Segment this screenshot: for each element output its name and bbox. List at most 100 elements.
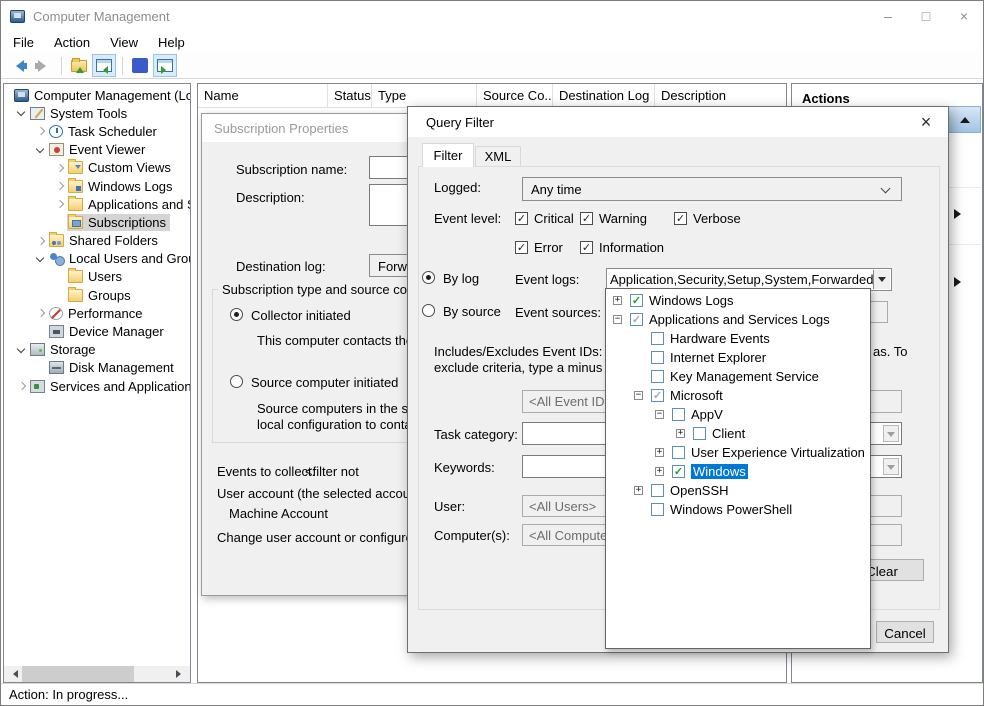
column-header[interactable]: Name [198, 84, 328, 107]
show-console-tree-button[interactable] [92, 54, 116, 77]
logs-tree-item[interactable]: −AppV [606, 405, 870, 424]
scroll-up-icon[interactable] [948, 106, 981, 133]
expand-icon[interactable]: + [655, 467, 664, 476]
tree-item[interactable]: Applications and Se [4, 195, 190, 213]
tree-item[interactable]: Windows Logs [4, 177, 190, 195]
tree-checkbox[interactable]: ✓ [630, 294, 643, 307]
tree-checkbox[interactable] [651, 332, 664, 345]
expander-icon[interactable] [14, 343, 29, 357]
tree-checkbox[interactable] [651, 484, 664, 497]
menu-item-help[interactable]: Help [148, 32, 195, 53]
submenu-arrow-icon[interactable] [954, 209, 966, 219]
logs-tree-item[interactable]: −✓Applications and Services Logs [606, 310, 870, 329]
column-header[interactable]: Source Co... [477, 84, 553, 107]
collapse-icon[interactable]: − [634, 391, 643, 400]
expander-icon[interactable] [33, 234, 48, 248]
logged-combo[interactable]: Any time [522, 177, 902, 201]
horizontal-scrollbar[interactable] [4, 666, 190, 682]
show-action-pane-button[interactable] [153, 54, 177, 77]
expander-icon[interactable] [14, 379, 29, 393]
logs-tree-item[interactable]: Key Management Service [606, 367, 870, 386]
scroll-left-icon[interactable] [4, 666, 20, 682]
scrollbar-thumb[interactable] [22, 666, 134, 682]
tree-item[interactable]: Event Viewer [4, 141, 190, 159]
logs-tree-item[interactable]: +OpenSSH [606, 481, 870, 500]
expander-icon[interactable] [33, 306, 48, 320]
warning-checkbox[interactable]: ✓Warning [580, 211, 647, 226]
collapse-icon[interactable]: − [655, 410, 664, 419]
information-checkbox[interactable]: ✓Information [580, 240, 664, 255]
tree-item[interactable]: Local Users and Groups [4, 250, 190, 268]
back-button[interactable] [6, 54, 30, 77]
source-initiated-radio[interactable] [230, 375, 243, 388]
logs-tree-item[interactable]: −✓Microsoft [606, 386, 870, 405]
tree-item[interactable]: Task Scheduler [4, 122, 190, 140]
verbose-checkbox[interactable]: ✓Verbose [674, 211, 741, 226]
logs-tree-item[interactable]: Hardware Events [606, 329, 870, 348]
expand-icon[interactable]: + [676, 429, 685, 438]
tree-checkbox[interactable]: ✓ [630, 313, 643, 326]
logs-tree-item[interactable]: +✓Windows Logs [606, 291, 870, 310]
logs-tree-item[interactable]: +Client [606, 424, 870, 443]
by-log-label[interactable]: By log [443, 271, 479, 286]
submenu-arrow-icon[interactable] [954, 277, 966, 287]
menu-item-action[interactable]: Action [44, 32, 100, 53]
expander-icon[interactable] [33, 124, 48, 138]
close-icon[interactable]: × [912, 110, 940, 134]
tree-checkbox[interactable] [651, 351, 664, 364]
logs-tree-item[interactable]: +✓Windows [606, 462, 870, 481]
tree-item[interactable]: Device Manager [4, 322, 190, 340]
scroll-right-icon[interactable] [174, 666, 190, 682]
minimize-button[interactable]: – [869, 1, 907, 31]
logs-tree-item[interactable]: Internet Explorer [606, 348, 870, 367]
tree-item[interactable]: Performance [4, 304, 190, 322]
tree-checkbox[interactable] [651, 370, 664, 383]
tree-checkbox[interactable] [651, 503, 664, 516]
tree-checkbox[interactable]: ✓ [672, 465, 685, 478]
menu-item-view[interactable]: View [100, 32, 148, 53]
by-log-radio[interactable] [422, 271, 435, 284]
tree-item[interactable]: System Tools [4, 104, 190, 122]
menu-item-file[interactable]: File [3, 32, 44, 53]
tab-xml[interactable]: XML [475, 146, 521, 167]
tree-checkbox[interactable] [672, 408, 685, 421]
source-initiated-label[interactable]: Source computer initiated [251, 375, 398, 390]
collapse-icon[interactable]: − [613, 315, 622, 324]
expander-icon[interactable] [14, 106, 29, 120]
expander-icon[interactable] [52, 179, 67, 193]
expander-icon[interactable] [33, 252, 48, 266]
logs-tree-item[interactable]: +User Experience Virtualization [606, 443, 870, 462]
critical-checkbox[interactable]: ✓Critical [515, 211, 574, 226]
collector-initiated-radio[interactable] [230, 308, 243, 321]
expand-icon[interactable]: + [634, 486, 643, 495]
scrollbar-track[interactable] [20, 666, 174, 682]
expander-icon[interactable] [52, 161, 67, 175]
by-source-label[interactable]: By source [443, 304, 501, 319]
forward-button[interactable] [31, 54, 55, 77]
help-button[interactable] [128, 54, 152, 77]
up-one-level-button[interactable] [67, 54, 91, 77]
dropdown-arrow-icon[interactable] [873, 270, 890, 289]
logs-tree-item[interactable]: Windows PowerShell [606, 500, 870, 519]
tree-item[interactable]: Storage [4, 341, 190, 359]
error-checkbox[interactable]: ✓Error [515, 240, 563, 255]
close-button[interactable]: × [945, 1, 983, 31]
expander-icon[interactable] [33, 143, 48, 157]
expand-icon[interactable]: + [655, 448, 664, 457]
tree-item[interactable]: Groups [4, 286, 190, 304]
expand-icon[interactable]: + [613, 296, 622, 305]
column-header[interactable]: Type [372, 84, 477, 107]
column-header[interactable]: Status [328, 84, 372, 107]
tree-item[interactable]: Custom Views [4, 159, 190, 177]
maximize-button[interactable]: □ [907, 1, 945, 31]
tree-checkbox[interactable] [693, 427, 706, 440]
tree-checkbox[interactable] [672, 446, 685, 459]
tab-filter[interactable]: Filter [422, 143, 474, 167]
expander-icon[interactable] [52, 197, 67, 211]
collector-initiated-label[interactable]: Collector initiated [251, 308, 351, 323]
tree-item[interactable]: Users [4, 268, 190, 286]
tree-item[interactable]: Services and Applications [4, 377, 190, 395]
tree-item[interactable]: Subscriptions [4, 213, 190, 231]
column-header[interactable]: Destination Log [553, 84, 655, 107]
by-source-radio[interactable] [422, 304, 435, 317]
